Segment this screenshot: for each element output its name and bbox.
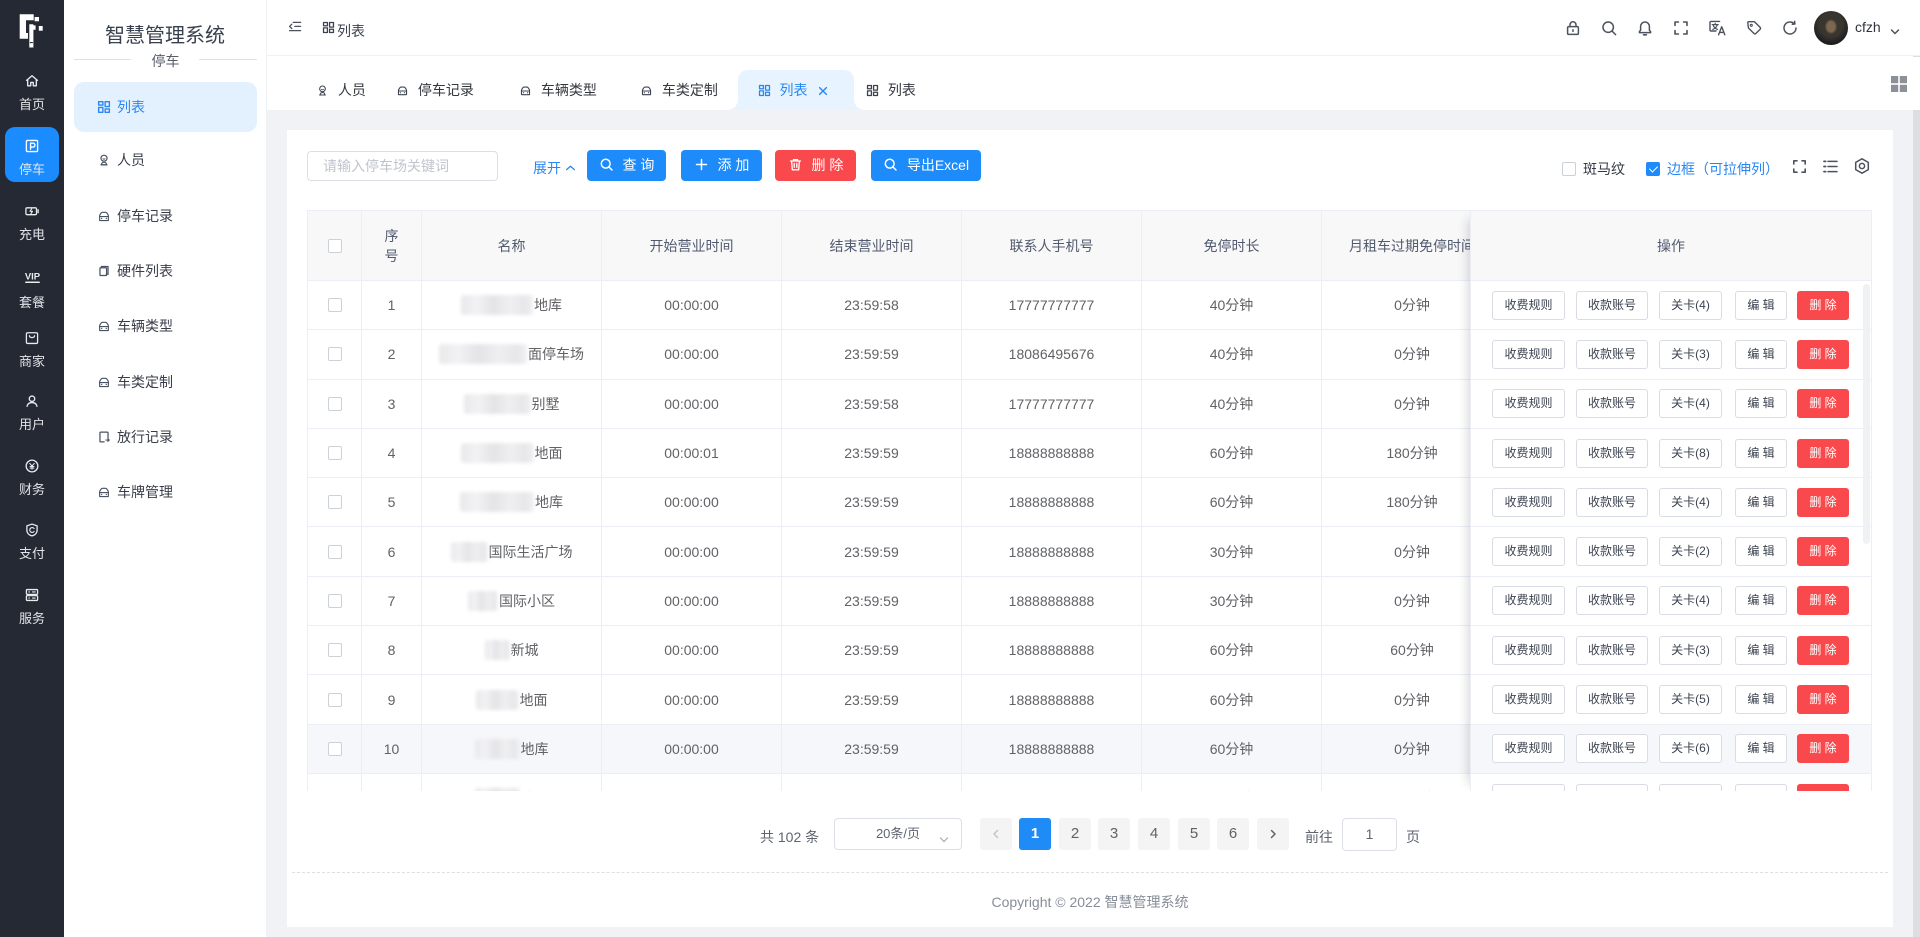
svg-text:VIP: VIP: [24, 271, 40, 282]
